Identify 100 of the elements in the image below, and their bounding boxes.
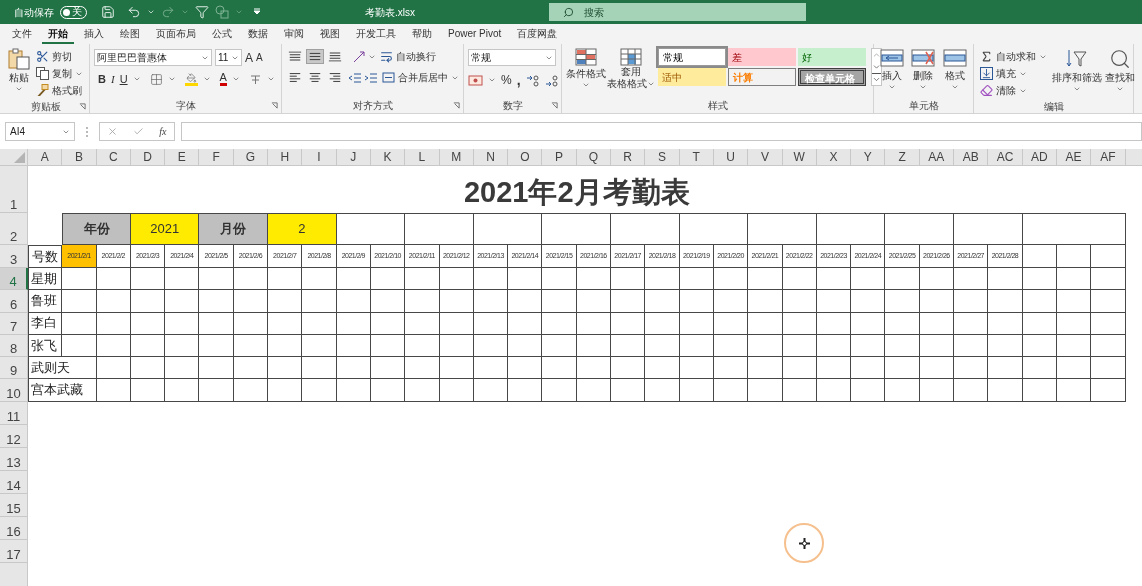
currency-icon[interactable] — [468, 73, 483, 87]
format-as-table-button[interactable]: 套用 表格格式 — [609, 48, 653, 97]
column-header[interactable]: E — [165, 149, 200, 166]
column-header[interactable]: X — [816, 149, 852, 166]
row-header[interactable]: 8 — [0, 334, 28, 358]
enter-icon[interactable] — [133, 126, 145, 137]
grow-font-button[interactable]: A — [245, 51, 253, 64]
dialog-launcher-icon[interactable] — [271, 101, 278, 109]
vertical-align-button[interactable] — [306, 49, 324, 64]
column-header[interactable]: AE — [1056, 149, 1092, 166]
cancel-icon[interactable] — [107, 126, 119, 137]
decrease-indent-icon[interactable] — [348, 70, 362, 85]
undo-icon[interactable] — [127, 5, 141, 19]
format-painter-button[interactable]: 格式刷 — [34, 82, 85, 99]
vertical-align-button[interactable] — [326, 49, 344, 64]
format-cells-button[interactable]: 格式 — [940, 48, 969, 97]
row-header[interactable]: 15 — [0, 493, 28, 517]
redo-icon[interactable] — [161, 5, 175, 19]
column-header[interactable]: AF — [1091, 149, 1126, 166]
column-header[interactable]: S — [645, 149, 680, 166]
row-header[interactable]: 13 — [0, 447, 28, 471]
row-header[interactable]: 12 — [0, 424, 28, 448]
search-field[interactable]: 搜索 — [549, 3, 806, 21]
column-header[interactable]: C — [96, 149, 131, 166]
column-header[interactable]: W — [782, 149, 817, 166]
number-format-field[interactable]: 常规 — [468, 49, 556, 66]
row-header[interactable]: 11 — [0, 401, 28, 425]
cell-style-button[interactable]: 适中 — [658, 68, 726, 86]
row-header[interactable]: 10 — [0, 379, 28, 402]
menu-tab[interactable]: 绘图 — [114, 24, 146, 44]
row-header[interactable]: 14 — [0, 470, 28, 494]
fill-color-icon[interactable] — [184, 72, 198, 86]
row-header[interactable]: 4 — [0, 268, 28, 291]
font-color-button[interactable]: A — [219, 72, 227, 87]
font-size-field[interactable]: 11 — [215, 49, 242, 66]
cut-button[interactable]: 剪切 — [34, 48, 85, 65]
decrease-decimal-icon[interactable] — [544, 73, 559, 87]
row-header[interactable]: 17 — [0, 539, 28, 563]
column-header[interactable]: U — [713, 149, 749, 166]
cell-style-button[interactable]: 好 — [798, 48, 866, 66]
column-header[interactable]: AD — [1022, 149, 1057, 166]
sort-filter-button[interactable]: 排序和筛选 — [1052, 48, 1102, 99]
row-header[interactable]: 16 — [0, 516, 28, 540]
row-header[interactable]: 7 — [0, 312, 28, 335]
menu-tab[interactable]: 百度网盘 — [511, 24, 564, 44]
column-header[interactable]: N — [473, 149, 509, 166]
column-header[interactable]: I — [302, 149, 337, 166]
borders-icon[interactable] — [149, 72, 163, 86]
save-icon[interactable] — [101, 5, 115, 19]
menu-tab[interactable]: 文件 — [6, 24, 38, 44]
menu-tab[interactable]: 插入 — [78, 24, 110, 44]
column-header[interactable]: Y — [851, 149, 886, 166]
insert-button[interactable]: 插入 — [878, 48, 907, 97]
cell-style-button[interactable]: 差 — [728, 48, 796, 66]
vertical-align-button[interactable] — [286, 49, 304, 64]
increase-decimal-icon[interactable] — [525, 73, 540, 87]
column-header[interactable]: AC — [988, 149, 1023, 166]
percent-button[interactable]: % — [501, 71, 512, 89]
column-header[interactable]: Q — [576, 149, 612, 166]
conditional-formatting-button[interactable]: 条件格式 — [566, 48, 606, 97]
column-header[interactable]: Z — [885, 149, 920, 166]
autosum-button[interactable]: 自动求和 — [978, 48, 1049, 65]
increase-indent-icon[interactable] — [364, 70, 378, 85]
column-header[interactable]: H — [268, 149, 303, 166]
column-header[interactable]: AA — [919, 149, 954, 166]
column-header[interactable]: J — [336, 149, 371, 166]
bold-button[interactable]: B — [98, 71, 106, 88]
menu-tab[interactable]: Power Pivot — [442, 24, 508, 44]
column-header[interactable]: R — [611, 149, 646, 166]
column-header[interactable]: D — [130, 149, 166, 166]
menu-tab[interactable]: 开发工具 — [350, 24, 402, 44]
customize-toolbar-icon[interactable] — [253, 8, 261, 16]
formula-input[interactable] — [181, 122, 1142, 141]
dialog-launcher-icon[interactable] — [79, 103, 86, 110]
paste-button[interactable]: 粘贴 — [6, 48, 31, 99]
dialog-launcher-icon[interactable] — [551, 101, 558, 109]
column-header[interactable]: M — [439, 149, 474, 166]
row-header[interactable]: 1 — [0, 166, 28, 213]
phonetic-icon[interactable] — [248, 72, 262, 86]
shrink-font-button[interactable]: A — [256, 52, 263, 63]
column-header[interactable]: L — [405, 149, 440, 166]
filter-icon[interactable] — [195, 5, 209, 19]
menu-tab[interactable]: 审阅 — [278, 24, 310, 44]
text-orientation-icon[interactable] — [352, 49, 366, 64]
dialog-launcher-icon[interactable] — [453, 101, 460, 109]
column-header[interactable]: A — [28, 149, 63, 166]
column-header[interactable]: T — [679, 149, 714, 166]
column-header[interactable]: F — [199, 149, 234, 166]
underline-button[interactable]: U — [119, 71, 128, 88]
row-header[interactable]: 6 — [0, 290, 28, 313]
italic-button[interactable]: I — [110, 71, 115, 88]
column-header[interactable]: B — [62, 149, 97, 166]
clear-button[interactable]: 清除 — [978, 82, 1049, 99]
name-box[interactable]: AI4 — [5, 122, 75, 141]
row-header[interactable]: 3 — [0, 245, 28, 268]
find-select-button[interactable]: 查找和 — [1105, 48, 1135, 99]
menu-tab[interactable]: 页面布局 — [150, 24, 202, 44]
column-header[interactable]: O — [508, 149, 543, 166]
column-header[interactable]: AB — [954, 149, 989, 166]
insert-function-button[interactable]: fx — [159, 124, 167, 139]
